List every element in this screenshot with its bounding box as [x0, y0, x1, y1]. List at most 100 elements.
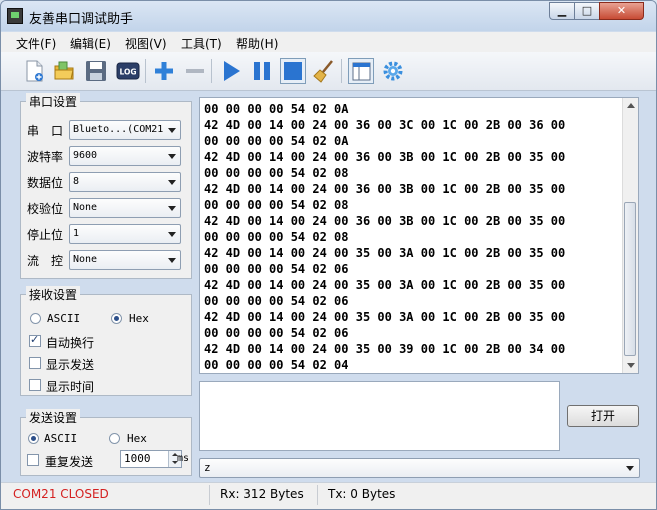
data-bits-value: 8: [73, 176, 80, 187]
menu-file[interactable]: 文件(F): [16, 35, 56, 52]
stop-icon[interactable]: [280, 58, 306, 84]
gear-icon[interactable]: [380, 58, 406, 84]
send-ascii-label: ASCII: [44, 432, 78, 445]
receive-line: 42 4D 00 14 00 24 00 36 00 3B 00 1C 00 2…: [204, 214, 566, 228]
parity-select[interactable]: None: [69, 198, 181, 218]
receive-hex-label: Hex: [129, 312, 149, 325]
send-settings-title: 发送设置: [26, 409, 81, 426]
scroll-down-icon[interactable]: [627, 363, 635, 368]
send-hex-radio[interactable]: [109, 433, 120, 444]
receive-line: 00 00 00 00 54 02 06: [204, 262, 349, 276]
chevron-down-icon: [168, 180, 176, 185]
toolbar-separator: [211, 59, 212, 83]
new-file-icon[interactable]: [21, 58, 47, 84]
receive-line: 42 4D 00 14 00 24 00 35 00 3A 00 1C 00 2…: [204, 278, 566, 292]
receive-hex-radio[interactable]: [111, 313, 122, 324]
flow-control-value: None: [73, 254, 98, 265]
terminal-icon: [7, 8, 23, 24]
toolbar: LOG: [1, 52, 656, 91]
repeat-send-label: 重复发送: [45, 455, 94, 469]
add-icon[interactable]: [151, 58, 177, 84]
layout-icon[interactable]: [348, 58, 374, 84]
scrollbar-thumb[interactable]: [624, 202, 636, 356]
menu-help[interactable]: 帮助(H): [236, 35, 278, 52]
receive-ascii-label: ASCII: [47, 312, 81, 325]
receive-line: 00 00 00 00 54 02 0A: [204, 134, 349, 148]
window-title: 友善串口调试助手: [29, 12, 134, 27]
receive-line: 00 00 00 00 54 02 08: [204, 198, 349, 212]
baud-rate-select[interactable]: 9600: [69, 146, 181, 166]
close-button[interactable]: ✕: [599, 2, 644, 20]
send-ascii-radio[interactable]: [28, 433, 39, 444]
receive-line: 42 4D 00 14 00 24 00 35 00 3A 00 1C 00 2…: [204, 246, 566, 260]
send-history-select[interactable]: z: [199, 458, 640, 478]
parity-label: 校验位: [27, 202, 64, 216]
menu-view[interactable]: 视图(V): [125, 35, 167, 52]
receive-scrollbar[interactable]: [622, 98, 638, 373]
port-select[interactable]: Blueto...(COM21: [69, 120, 181, 140]
chevron-down-icon: [168, 258, 176, 263]
auto-wrap-label: 自动换行: [46, 336, 95, 350]
open-port-button[interactable]: 打开: [567, 405, 639, 427]
flow-control-label: 流 控: [27, 254, 64, 268]
chevron-down-icon: [168, 232, 176, 237]
maximize-button[interactable]: □: [574, 2, 600, 20]
port-value: Blueto...(COM21: [73, 124, 164, 135]
chevron-down-icon: [168, 206, 176, 211]
show-sent-label: 显示发送: [46, 358, 95, 372]
app-window: 友善串口调试助手 ▁ □ ✕ 文件(F) 编辑(E) 视图(V) 工具(T) 帮…: [0, 0, 657, 510]
menu-tools[interactable]: 工具(T): [181, 35, 222, 52]
minimize-button[interactable]: ▁: [549, 2, 575, 20]
rx-count: Rx: 312 Bytes: [220, 487, 304, 501]
send-settings-group: 发送设置 ASCII Hex 重复发送 1000 ms: [20, 409, 192, 476]
port-label: 串 口: [27, 124, 64, 138]
stop-bits-value: 1: [73, 228, 80, 239]
tx-count: Tx: 0 Bytes: [328, 487, 396, 501]
open-folder-icon[interactable]: [51, 58, 77, 84]
pause-icon[interactable]: [249, 58, 275, 84]
receive-line: 00 00 00 00 54 02 08: [204, 230, 349, 244]
save-icon[interactable]: [83, 58, 109, 84]
show-time-checkbox[interactable]: [29, 379, 41, 391]
log-label: LOG: [119, 68, 136, 77]
log-icon[interactable]: LOG: [115, 58, 141, 84]
status-divider: [317, 485, 318, 505]
receive-ascii-radio[interactable]: [30, 313, 41, 324]
remove-icon[interactable]: [182, 58, 208, 84]
receive-line: 42 4D 00 14 00 24 00 35 00 39 00 1C 00 2…: [204, 342, 566, 356]
stop-bits-label: 停止位: [27, 228, 64, 242]
broom-icon[interactable]: [312, 58, 338, 84]
serial-settings-title: 串口设置: [26, 93, 81, 110]
stop-bits-select[interactable]: 1: [69, 224, 181, 244]
status-bar: COM21 CLOSED Rx: 312 Bytes Tx: 0 Bytes: [1, 482, 656, 509]
receive-settings-title: 接收设置: [26, 286, 81, 303]
show-time-label: 显示时间: [46, 380, 95, 394]
data-bits-select[interactable]: 8: [69, 172, 181, 192]
auto-wrap-checkbox[interactable]: [29, 333, 41, 347]
play-icon[interactable]: [218, 58, 244, 84]
menu-edit[interactable]: 编辑(E): [70, 35, 111, 52]
send-input[interactable]: [199, 381, 560, 451]
flow-control-select[interactable]: None: [69, 250, 181, 270]
title-bar: 友善串口调试助手 ▁ □ ✕: [1, 1, 656, 31]
settings-panel: 串口设置 串 口 Blueto...(COM21 波特率 9600 数据位 8 …: [15, 92, 193, 479]
port-status: COM21 CLOSED: [13, 487, 109, 501]
repeat-interval-input[interactable]: 1000: [120, 450, 182, 468]
receive-line: 00 00 00 00 54 02 06: [204, 326, 349, 340]
receive-line: 42 4D 00 14 00 24 00 36 00 3B 00 1C 00 2…: [204, 182, 566, 196]
baud-rate-label: 波特率: [27, 150, 64, 164]
repeat-send-checkbox[interactable]: [27, 454, 39, 466]
toolbar-separator: [341, 59, 342, 83]
receive-text: 00 00 00 00 54 02 0A 42 4D 00 14 00 24 00…: [204, 101, 565, 373]
send-history-value: z: [204, 461, 211, 474]
receive-line: 00 00 00 00 54 02 04: [204, 358, 349, 372]
chevron-down-icon: [626, 466, 634, 471]
receive-line: 42 4D 00 14 00 24 00 35 00 3A 00 1C 00 2…: [204, 310, 566, 324]
scroll-up-icon[interactable]: [627, 103, 635, 108]
repeat-interval-value: 1000: [124, 452, 151, 465]
receive-area[interactable]: 00 00 00 00 54 02 0A 42 4D 00 14 00 24 00…: [199, 97, 639, 374]
send-hex-label: Hex: [127, 432, 147, 445]
receive-line: 00 00 00 00 54 02 08: [204, 166, 349, 180]
show-sent-checkbox[interactable]: [29, 357, 41, 369]
receive-line: 00 00 00 00 54 02 06: [204, 294, 349, 308]
